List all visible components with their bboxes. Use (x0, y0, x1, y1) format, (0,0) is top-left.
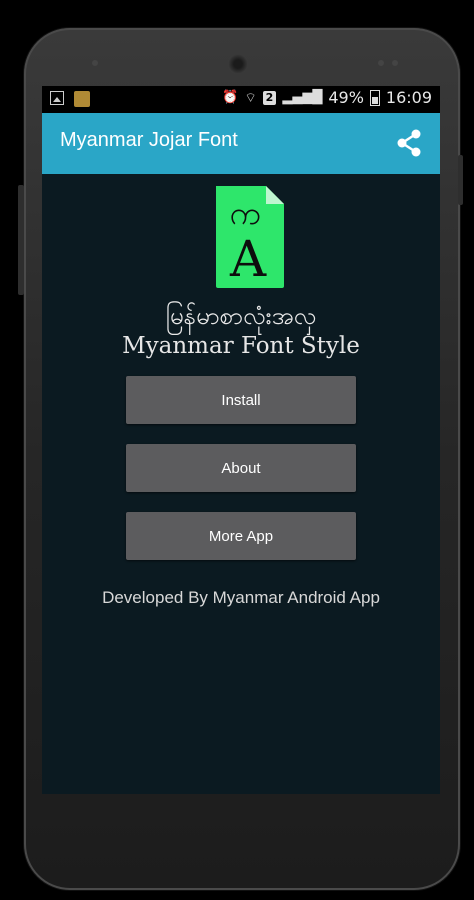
english-title: Myanmar Font Style (122, 333, 360, 359)
volume-button (18, 185, 24, 295)
install-button[interactable]: Install (126, 376, 356, 424)
clock: 16:09 (385, 88, 432, 107)
app-title: Myanmar Jojar Font (60, 129, 238, 151)
screen: ⏰ ⌔ 2 ▂▄▆█ 49% 16:09 Myanmar Jojar Font … (42, 86, 440, 794)
sensor-dot (92, 60, 98, 66)
logo-top-glyph: က (229, 194, 260, 232)
front-camera (228, 54, 248, 74)
alarm-icon: ⏰ (222, 90, 239, 105)
sensor-dot (392, 60, 398, 66)
share-icon[interactable] (394, 128, 424, 158)
sim-badge: 2 (262, 90, 277, 105)
myanmar-title: မြန်မာစာလုံးအလှ (165, 302, 317, 330)
battery-percent: 49% (328, 88, 364, 107)
about-button[interactable]: About (126, 444, 356, 492)
gallery-icon (50, 91, 64, 105)
signal-icon: ▂▄▆█ (282, 90, 323, 105)
more-app-button[interactable]: More App (126, 512, 356, 560)
power-button (458, 155, 463, 205)
status-bar: ⏰ ⌔ 2 ▂▄▆█ 49% 16:09 (42, 86, 440, 113)
developer-credit: Developed By Myanmar Android App (102, 588, 380, 607)
font-file-logo-icon: က A (216, 186, 284, 288)
battery-icon (369, 89, 380, 106)
sensor-dot (378, 60, 384, 66)
wifi-icon: ⌔ (244, 90, 257, 106)
app-notification-icon (74, 91, 90, 107)
logo-bottom-glyph: A (229, 230, 267, 288)
app-bar: Myanmar Jojar Font (42, 113, 440, 174)
